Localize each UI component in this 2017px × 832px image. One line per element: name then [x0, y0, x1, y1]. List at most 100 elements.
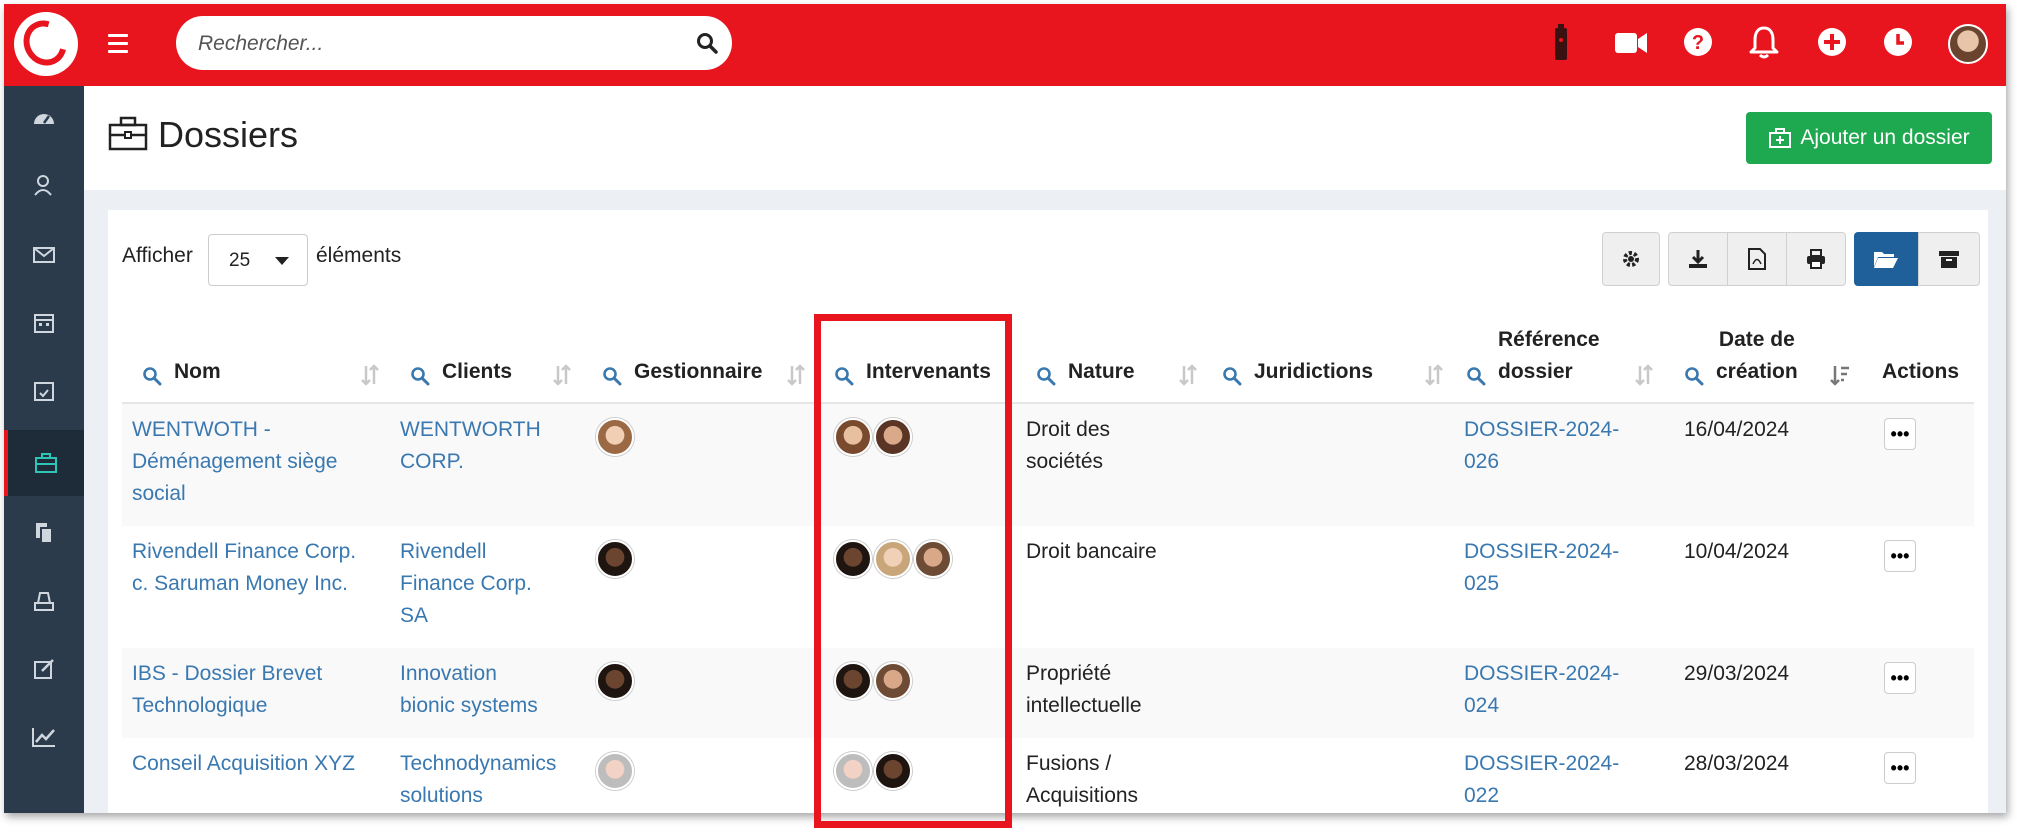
sidebar-item-dossiers[interactable] — [4, 430, 84, 496]
reference-link[interactable]: DOSSIER-2024- 022 — [1464, 748, 1619, 812]
briefcase-icon — [35, 453, 57, 473]
client-link[interactable]: WENTWORTH CORP. — [400, 414, 541, 478]
column-header-reference[interactable]: Référence dossier — [1466, 296, 1656, 402]
column-search-icon[interactable] — [602, 366, 622, 386]
sidebar-item-contacts[interactable] — [4, 152, 84, 218]
column-search-icon[interactable] — [834, 366, 854, 386]
column-label-intervenants: Intervenants — [866, 360, 991, 383]
dossier-name-link[interactable]: IBS - Dossier Brevet Technologique — [132, 658, 322, 722]
table-row[interactable]: Rivendell Finance Corp. c. Saruman Money… — [122, 526, 1974, 648]
timer-device-icon[interactable] — [1552, 24, 1570, 64]
column-label-juridictions: Juridictions — [1254, 360, 1374, 383]
client-name-line: bionic systems — [400, 694, 538, 717]
add-circle-icon[interactable] — [1816, 26, 1848, 58]
nature-line: Droit des — [1026, 418, 1111, 441]
column-search-icon[interactable] — [1684, 366, 1704, 386]
print-button[interactable] — [1786, 232, 1846, 286]
column-header-clients[interactable]: Clients — [410, 296, 590, 402]
table-row[interactable]: IBS - Dossier Brevet Technologique Innov… — [122, 648, 1974, 738]
sidebar-item-reports[interactable] — [4, 704, 84, 770]
row-actions-button[interactable]: ••• — [1884, 752, 1916, 784]
client-link[interactable]: Technodynamics solutions — [400, 748, 556, 812]
search-input[interactable] — [196, 26, 680, 62]
client-link[interactable]: Innovation bionic systems — [400, 658, 538, 722]
table-row[interactable]: WENTWOTH - Déménagement siège social WEN… — [122, 404, 1974, 526]
sidebar-item-tasks[interactable] — [4, 358, 84, 424]
calendar-check-icon — [34, 382, 54, 401]
dossier-name-link[interactable]: Conseil Acquisition XYZ — [132, 748, 355, 780]
column-search-icon[interactable] — [1466, 366, 1486, 386]
intervenant-avatar[interactable] — [874, 662, 912, 700]
user-avatar[interactable] — [1948, 24, 1988, 64]
clock-icon[interactable] — [1882, 26, 1914, 58]
sidebar-item-documents[interactable] — [4, 500, 84, 566]
row-actions-button[interactable]: ••• — [1884, 662, 1916, 694]
export-pdf-button[interactable] — [1727, 232, 1787, 286]
column-header-nom[interactable]: Nom — [142, 296, 382, 402]
add-dossier-button[interactable]: Ajouter un dossier — [1746, 112, 1992, 164]
gestionnaire-avatar[interactable] — [596, 752, 634, 790]
intervenant-avatar[interactable] — [834, 662, 872, 700]
intervenant-avatar[interactable] — [834, 540, 872, 578]
column-label-date-line1: Date de — [1718, 328, 1795, 351]
sort-icon[interactable] — [1634, 364, 1654, 386]
column-search-icon[interactable] — [1222, 366, 1242, 386]
column-header-intervenants[interactable]: Intervenants — [834, 296, 1024, 402]
help-icon[interactable]: ? — [1682, 26, 1714, 58]
column-label-date-line2: création — [1716, 360, 1798, 383]
sidebar-item-dashboard[interactable] — [4, 86, 84, 152]
intervenant-avatar[interactable] — [834, 418, 872, 456]
intervenant-avatar[interactable] — [874, 752, 912, 790]
sort-icon[interactable] — [786, 364, 806, 386]
intervenant-avatar[interactable] — [874, 418, 912, 456]
sort-desc-icon[interactable] — [1830, 364, 1850, 386]
intervenant-avatar[interactable] — [874, 540, 912, 578]
dossiers-card: Afficher 25 éléments Nom Clients Gestion… — [108, 210, 1988, 813]
settings-button[interactable] — [1602, 232, 1660, 286]
intervenant-avatar[interactable] — [914, 540, 952, 578]
video-camera-icon[interactable] — [1614, 30, 1648, 56]
column-search-icon[interactable] — [410, 366, 430, 386]
dossier-name-line: c. Saruman Money Inc. — [132, 572, 348, 595]
gestionnaire-avatar[interactable] — [596, 662, 634, 700]
dossier-name-link[interactable]: Rivendell Finance Corp. c. Saruman Money… — [132, 536, 356, 600]
intervenant-avatar[interactable] — [834, 752, 872, 790]
row-actions-button[interactable]: ••• — [1884, 418, 1916, 450]
column-header-nature[interactable]: Nature — [1036, 296, 1216, 402]
sidebar-item-calendar[interactable] — [4, 290, 84, 356]
column-header-gestionnaire[interactable]: Gestionnaire — [602, 296, 832, 402]
sort-icon[interactable] — [360, 364, 380, 386]
gestionnaire-avatar[interactable] — [596, 418, 634, 456]
column-search-icon[interactable] — [1036, 366, 1056, 386]
edit-icon — [34, 659, 54, 679]
table-row[interactable]: Conseil Acquisition XYZ Technodynamics s… — [122, 738, 1974, 813]
client-link[interactable]: Rivendell Finance Corp. SA — [400, 536, 532, 632]
sort-icon[interactable] — [1178, 364, 1198, 386]
open-dossiers-toggle[interactable] — [1854, 232, 1918, 286]
column-header-juridictions[interactable]: Juridictions — [1222, 296, 1452, 402]
column-search-icon[interactable] — [142, 366, 162, 386]
briefcase-icon — [108, 116, 148, 151]
page-size-select[interactable]: 25 — [208, 234, 308, 286]
reference-link[interactable]: DOSSIER-2024- 024 — [1464, 658, 1619, 722]
dossier-name-link[interactable]: WENTWOTH - Déménagement siège social — [132, 414, 337, 510]
archived-dossiers-toggle[interactable] — [1918, 232, 1980, 286]
reference-link[interactable]: DOSSIER-2024- 026 — [1464, 414, 1619, 478]
row-actions-button[interactable]: ••• — [1884, 540, 1916, 572]
app-logo[interactable] — [14, 12, 78, 76]
column-header-date-creation[interactable]: Date de création — [1684, 296, 1854, 402]
client-name-line: Innovation — [400, 662, 497, 685]
column-label-actions: Actions — [1882, 360, 1960, 383]
gestionnaire-avatar[interactable] — [596, 540, 634, 578]
search-icon[interactable] — [696, 32, 718, 54]
nature-cell: Droit bancaire — [1026, 536, 1157, 568]
sort-icon[interactable] — [552, 364, 572, 386]
menu-toggle-icon[interactable] — [108, 34, 128, 54]
sort-icon[interactable] — [1424, 364, 1444, 386]
notification-bell-icon[interactable] — [1748, 24, 1780, 60]
download-button[interactable] — [1668, 232, 1728, 286]
sidebar-item-billing[interactable] — [4, 568, 84, 634]
sidebar-item-notes[interactable] — [4, 636, 84, 702]
reference-link[interactable]: DOSSIER-2024- 025 — [1464, 536, 1619, 600]
sidebar-item-messages[interactable] — [4, 222, 84, 288]
